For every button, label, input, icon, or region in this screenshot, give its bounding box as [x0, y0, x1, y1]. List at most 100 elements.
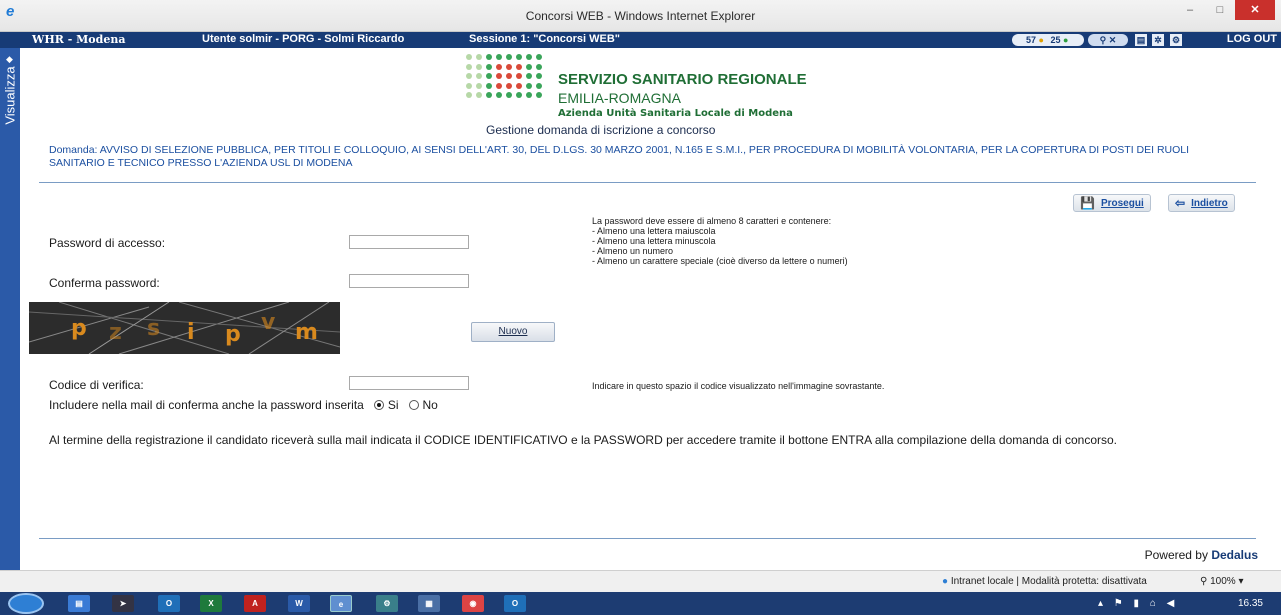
network-app-icon[interactable]: ⚙: [376, 595, 398, 612]
window-titlebar: e Concorsi WEB - Windows Internet Explor…: [0, 0, 1281, 32]
calculator-icon[interactable]: ▦: [418, 595, 440, 612]
user-info: Utente solmir - PORG - Solmi Riccardo: [202, 33, 405, 45]
prosegui-button[interactable]: 💾 Prosegui: [1073, 194, 1151, 212]
logo-dot: [536, 92, 542, 99]
logout-link[interactable]: LOG OUT: [1227, 33, 1277, 45]
logo-dot: [526, 63, 532, 70]
logo-dot: [466, 73, 472, 80]
search-clear-pill[interactable]: ⚲ ✕: [1088, 34, 1128, 46]
logo-dot: [536, 73, 542, 80]
zoom-control[interactable]: ⚲ 100% ▾: [1200, 576, 1244, 587]
logo-dot: [516, 82, 522, 89]
ie-taskbar-icon[interactable]: e: [330, 595, 352, 612]
logo-dot: [486, 63, 492, 70]
captcha-char: p: [71, 316, 87, 341]
org-region: EMILIA-ROMAGNA: [558, 90, 681, 106]
indietro-button[interactable]: ⇦ Indietro: [1168, 194, 1235, 212]
people-icon[interactable]: ✲: [1152, 34, 1164, 46]
logo-dot: [496, 92, 502, 99]
document-icon[interactable]: ▤: [1135, 34, 1147, 46]
pdf-icon[interactable]: A: [244, 595, 266, 612]
excel-icon[interactable]: X: [200, 595, 222, 612]
org-azienda: Azienda Unità Sanitaria Locale di Modena: [558, 108, 793, 119]
outlook-icon[interactable]: O: [158, 595, 180, 612]
verification-code-label: Codice di verifica:: [49, 378, 144, 392]
maximize-button[interactable]: □: [1205, 0, 1235, 20]
green-dot-icon: ●: [1063, 35, 1069, 45]
logo-dot: [476, 73, 482, 80]
verification-code-input[interactable]: [349, 376, 469, 390]
radio-no[interactable]: [408, 400, 419, 410]
app-header-bar: WHR - Modena Utente solmir - PORG - Solm…: [0, 32, 1281, 48]
password-input[interactable]: [349, 235, 469, 249]
logo-dot: [526, 54, 532, 60]
captcha-char: v: [261, 310, 276, 335]
security-zone-text: Intranet locale | Modalità protetta: dis…: [950, 576, 1147, 587]
logo-dot: [486, 73, 492, 80]
logo-dot: [506, 92, 512, 99]
logo-dot: [506, 63, 512, 70]
org-title: SERVIZIO SANITARIO REGIONALE: [558, 71, 807, 88]
sidebar-visualizza[interactable]: ◆ Visualizza: [0, 48, 20, 570]
search-icon: ⚲: [1099, 35, 1107, 45]
start-button[interactable]: [8, 593, 44, 614]
magnifier-icon: ⚲: [1200, 576, 1208, 587]
logo-dot: [466, 82, 472, 89]
password-rules: La password deve essere di almeno 8 cara…: [592, 216, 848, 266]
page-title: Gestione domanda di iscrizione a concors…: [486, 123, 716, 137]
zoom-level: 100%: [1210, 576, 1236, 587]
radio-si-label: Si: [387, 398, 399, 412]
include-password-label: Includere nella mail di conferma anche l…: [49, 398, 364, 412]
nuovo-captcha-button[interactable]: Nuovo: [471, 322, 555, 342]
logo-dot: [526, 73, 532, 80]
domanda-text: Domanda: AVVISO DI SELEZIONE PUBBLICA, P…: [49, 144, 1190, 169]
logo-dot: [536, 82, 542, 89]
main-content: SERVIZIO SANITARIO REGIONALE EMILIA-ROMA…: [20, 48, 1275, 570]
yellow-dot-icon: ●: [1038, 35, 1044, 45]
counter-green: 25: [1050, 35, 1061, 45]
logo-dot: [476, 54, 482, 60]
registration-note: Al termine della registrazione il candid…: [49, 433, 1117, 447]
status-bar: ● Intranet locale | Modalità protetta: d…: [0, 570, 1281, 592]
windows-taskbar: ▤ ➤ O X A W e ⚙ ▦ ◉ O ▴ ⚑ ▮ ⌂ ◀ 16.35: [0, 592, 1281, 615]
logo-dot: [496, 63, 502, 70]
logo-dot: [536, 63, 542, 70]
confirm-password-input[interactable]: [349, 274, 469, 288]
logo-dot: [486, 54, 492, 60]
password-rule: - Almeno un carattere speciale (cioè div…: [592, 256, 848, 266]
notification-counters[interactable]: 57 ● 25 ●: [1012, 34, 1084, 46]
logo-dot: [506, 54, 512, 60]
chrome-icon[interactable]: ◉: [462, 595, 484, 612]
word-icon[interactable]: W: [288, 595, 310, 612]
close-button[interactable]: ✕: [1235, 0, 1275, 20]
password-label: Password di accesso:: [49, 236, 166, 250]
outlook-icon-2[interactable]: O: [504, 595, 526, 612]
radio-si[interactable]: [373, 400, 384, 410]
logo-dot: [516, 92, 522, 99]
powered-prefix: Powered by: [1144, 548, 1208, 562]
ssr-logo-icon: [466, 54, 544, 100]
logo-dot: [516, 54, 522, 60]
chevron-down-icon: ▾: [1238, 576, 1244, 587]
powered-by: Powered by Dedalus: [1145, 548, 1258, 562]
logo-dot: [466, 54, 472, 60]
sidebar-label: Visualizza: [2, 66, 18, 125]
logo-dot: [506, 73, 512, 80]
captcha-char: z: [109, 320, 122, 345]
settings-icon[interactable]: ⚙: [1170, 34, 1182, 46]
divider: [39, 182, 1256, 183]
indietro-label: Indietro: [1191, 197, 1228, 209]
system-tray-icons[interactable]: ▴ ⚑ ▮ ⌂ ◀: [1098, 598, 1178, 609]
prosegui-label: Prosegui: [1100, 197, 1144, 209]
logo-dot: [506, 82, 512, 89]
captcha-char: i: [187, 320, 195, 345]
clock: 16.35: [1237, 598, 1263, 609]
explorer-icon[interactable]: ▤: [68, 595, 90, 612]
logo-dot: [486, 92, 492, 99]
minimize-button[interactable]: –: [1175, 0, 1205, 20]
password-rule: - Almeno un numero: [592, 246, 674, 256]
app-icon[interactable]: ➤: [112, 595, 134, 612]
security-zone[interactable]: ● Intranet locale | Modalità protetta: d…: [942, 576, 1147, 587]
logo-dot: [466, 63, 472, 70]
back-arrow-icon: ⇦: [1175, 196, 1186, 210]
